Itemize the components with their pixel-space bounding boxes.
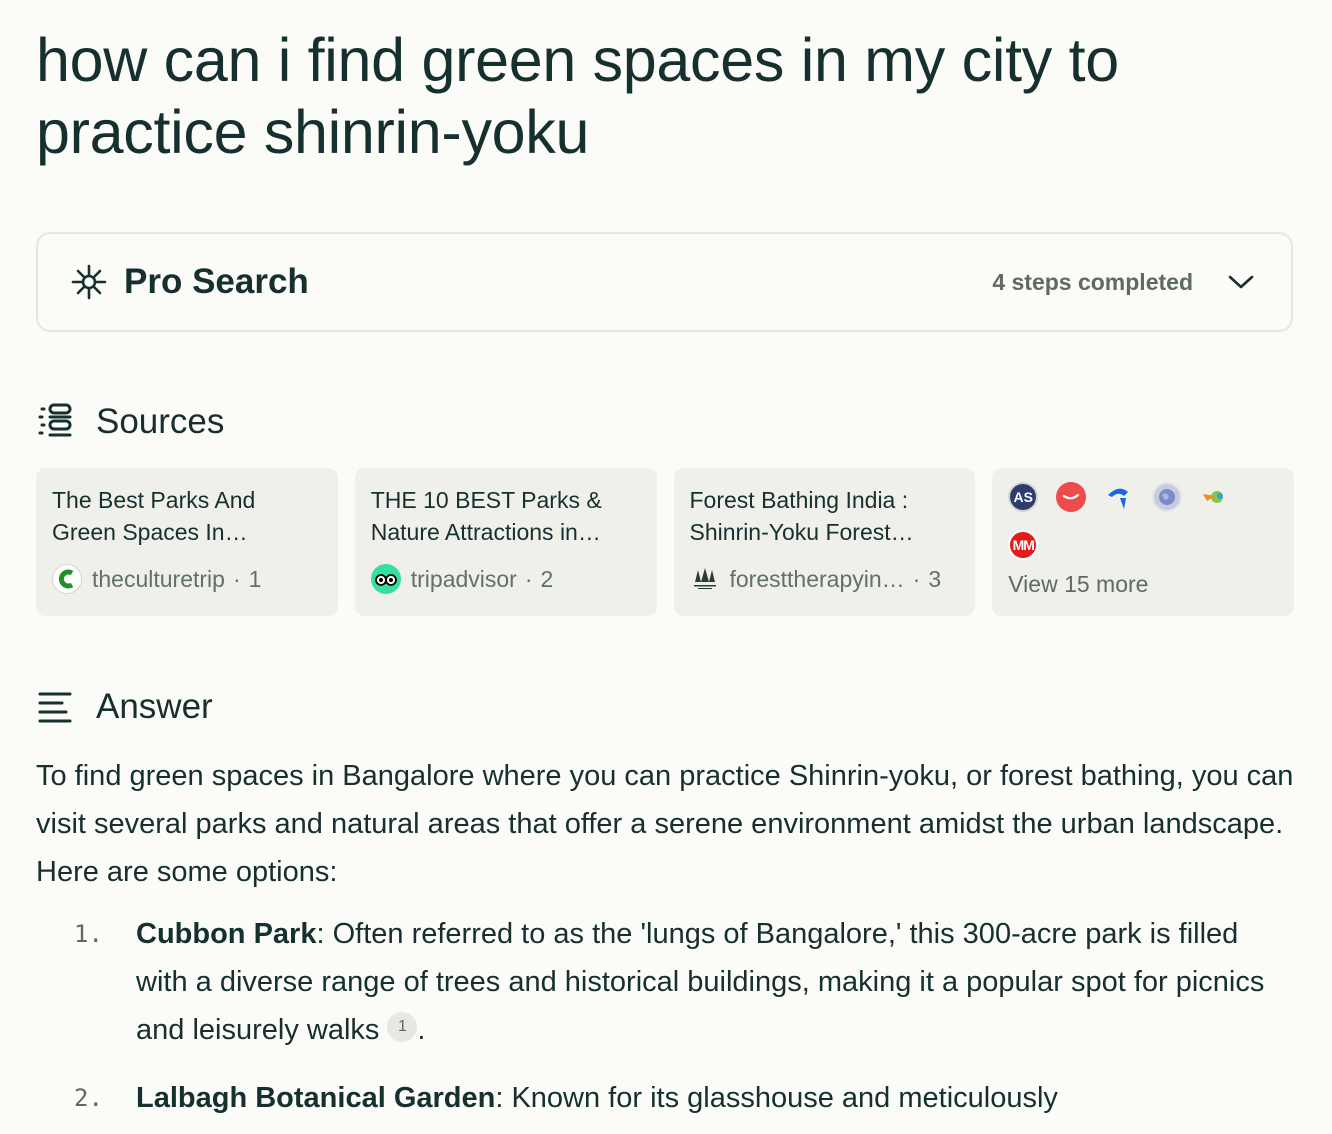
separator-dot: · <box>524 565 533 592</box>
source-title: Forest Bathing India : Shinrin-Yoku Fore… <box>689 487 914 545</box>
answer-list: 1. Cubbon Park: Often referred to as the… <box>36 910 1296 1122</box>
sources-icon <box>36 400 80 444</box>
source-meta: theculturetrip · 1 <box>52 564 322 594</box>
more-sources-icons: AS MM <box>1008 482 1268 560</box>
answer-lines-icon <box>36 685 80 729</box>
bird-favicon <box>1200 482 1230 512</box>
sources-heading: Sources <box>36 400 224 444</box>
item-end: . <box>417 1014 426 1046</box>
sources-title: Sources <box>96 402 225 441</box>
item-text: : Known for its glasshouse and meticulou… <box>495 1082 1058 1114</box>
list-number: 1. <box>74 920 103 948</box>
source-index: 3 <box>928 565 942 592</box>
source-title: THE 10 BEST Parks & Nature Attractions i… <box>370 487 602 545</box>
chevron-down-icon[interactable] <box>1223 264 1259 300</box>
theculturetrip-favicon <box>52 564 82 594</box>
source-meta: foresttherapyin… · 3 <box>690 564 960 594</box>
item-name: Lalbagh Botanical Garden <box>136 1082 496 1114</box>
list-item: 1. Cubbon Park: Often referred to as the… <box>36 910 1296 1054</box>
view-more-card[interactable]: AS MM View 15 more <box>992 468 1294 616</box>
separator-dot: · <box>912 565 921 592</box>
page-title: how can i find green spaces in my city t… <box>36 26 1119 166</box>
answer-heading: Answer <box>36 685 213 729</box>
pro-search-panel[interactable]: Pro Search 4 steps completed <box>36 232 1293 332</box>
sparkle-icon <box>70 263 108 301</box>
source-meta: tripadvisor · 2 <box>370 564 641 594</box>
red-favicon <box>1056 482 1087 512</box>
steps-status: 4 steps completed <box>992 268 1193 295</box>
answer-title: Answer <box>96 687 213 726</box>
source-domain: foresttherapyin… <box>729 565 905 592</box>
source-index: 1 <box>248 565 262 592</box>
separator-dot: · <box>232 565 241 592</box>
globe-icon <box>1152 482 1183 512</box>
source-card[interactable]: Forest Bathing India : Shinrin-Yoku Fore… <box>673 468 976 616</box>
item-name: Cubbon Park <box>136 918 317 950</box>
source-card[interactable]: The Best Parks And Green Spaces In… thec… <box>36 468 338 616</box>
mm-favicon: MM <box>1008 530 1039 560</box>
answer-intro: To find green spaces in Bangalore where … <box>36 760 1294 888</box>
source-title: The Best Parks And Green Spaces In… <box>52 487 256 545</box>
source-index: 2 <box>540 565 554 592</box>
source-domain: theculturetrip <box>92 565 225 592</box>
source-card[interactable]: THE 10 BEST Parks & Nature Attractions i… <box>354 468 657 616</box>
list-number: 2. <box>74 1084 103 1112</box>
forest-trees-favicon <box>690 564 720 594</box>
tripadvisor-favicon <box>370 564 401 594</box>
arrow-favicon <box>1104 482 1134 512</box>
source-domain: tripadvisor <box>410 565 517 592</box>
list-item: 2. Lalbagh Botanical Garden: Known for i… <box>36 1074 1296 1122</box>
as-favicon: AS <box>1008 482 1039 512</box>
view-more-link[interactable]: View 15 more <box>1008 571 1148 598</box>
answer-page: how can i find green spaces in my city t… <box>0 0 1332 1134</box>
citation-badge[interactable]: 1 <box>387 1012 418 1042</box>
sources-list: The Best Parks And Green Spaces In… thec… <box>36 468 1294 616</box>
pro-search-label: Pro Search <box>124 262 309 301</box>
